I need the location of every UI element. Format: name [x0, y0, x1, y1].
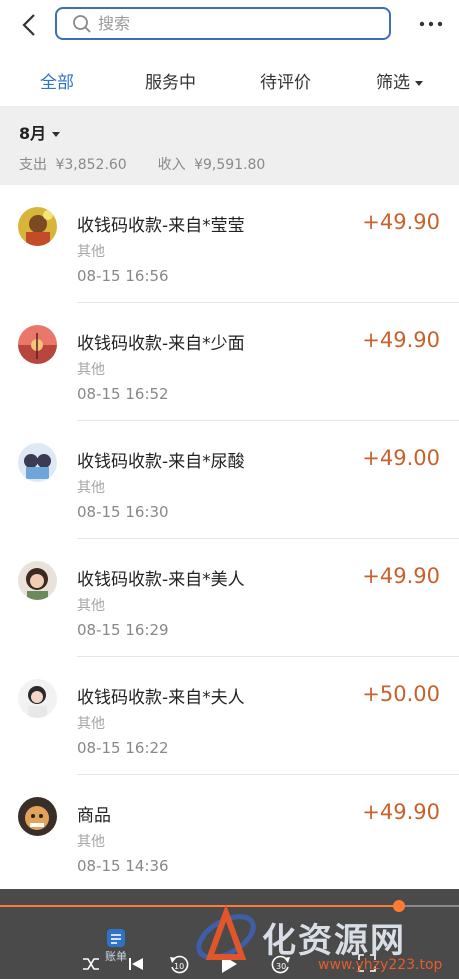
rewind-seconds: 10	[174, 962, 185, 971]
avatar	[18, 443, 57, 482]
tab-filter[interactable]: 筛选	[376, 68, 423, 93]
shuffle-icon	[83, 958, 99, 970]
previous-button[interactable]	[128, 956, 144, 976]
month-totals: 支出 ¥3,852.60 收入 ¥9,591.80	[19, 154, 269, 174]
watermark-url: www.yhzy223.top	[318, 957, 443, 973]
search-input[interactable]	[96, 13, 360, 34]
avatar	[18, 561, 57, 600]
transaction-category: 其他	[77, 598, 105, 614]
income-value: ¥9,591.80	[194, 157, 266, 173]
tab-pending-review[interactable]: 待评价	[260, 68, 311, 93]
watermark-text: 化资源网	[262, 921, 406, 961]
transaction-title: 收钱码收款-来自*少面	[77, 334, 245, 354]
transaction-row[interactable]: 商品 其他 08-15 14:36 +49.90	[0, 775, 459, 893]
search-box[interactable]	[55, 7, 391, 40]
transaction-amount: +49.90	[362, 800, 440, 824]
shuffle-button[interactable]	[82, 956, 100, 976]
watermark-logo	[196, 904, 256, 960]
chevron-left-icon	[22, 14, 35, 36]
transaction-category: 其他	[77, 480, 105, 496]
transaction-amount: +49.90	[362, 210, 440, 234]
transaction-amount: +49.00	[362, 446, 440, 470]
transaction-time: 08-15 16:56	[77, 267, 169, 285]
rewind-button[interactable]: 10	[168, 954, 190, 980]
transaction-title: 收钱码收款-来自*尿酸	[77, 452, 245, 472]
more-dots-icon	[419, 21, 443, 27]
transaction-title: 收钱码收款-来自*夫人	[77, 688, 245, 708]
transaction-amount: +50.00	[362, 682, 440, 706]
transaction-row[interactable]: 收钱码收款-来自*夫人 其他 08-15 16:22 +50.00	[0, 657, 459, 775]
avatar	[18, 679, 57, 718]
transaction-time: 08-15 16:22	[77, 739, 169, 757]
transaction-category: 其他	[77, 362, 105, 378]
avatar	[18, 325, 57, 364]
transaction-time: 08-15 16:29	[77, 621, 169, 639]
caret-down-icon	[415, 80, 423, 86]
skip-previous-icon	[129, 958, 143, 970]
expense-value: ¥3,852.60	[55, 157, 127, 173]
transaction-amount: +49.90	[362, 564, 440, 588]
avatar	[18, 207, 57, 246]
transaction-row[interactable]: 收钱码收款-来自*莹莹 其他 08-15 16:56 +49.90	[0, 185, 459, 303]
search-icon	[72, 14, 92, 34]
transaction-title: 收钱码收款-来自*美人	[77, 570, 245, 590]
transaction-time: 08-15 16:30	[77, 503, 169, 521]
back-button[interactable]	[16, 10, 42, 40]
avatar	[18, 797, 57, 836]
expense-label: 支出	[19, 157, 47, 173]
transaction-category: 其他	[77, 834, 105, 850]
watermark: 化资源网 www.yhzy223.top	[190, 895, 459, 979]
transaction-row[interactable]: 收钱码收款-来自*少面 其他 08-15 16:52 +49.90	[0, 303, 459, 421]
caret-down-icon	[52, 132, 61, 137]
transaction-title: 商品	[77, 806, 111, 826]
transaction-amount: +49.90	[362, 328, 440, 352]
transaction-time: 08-15 14:36	[77, 857, 169, 875]
transaction-title: 收钱码收款-来自*莹莹	[77, 216, 245, 236]
month-selector[interactable]: 8月	[19, 120, 61, 144]
transaction-time: 08-15 16:52	[77, 385, 169, 403]
tab-in-service[interactable]: 服务中	[145, 68, 196, 93]
more-button[interactable]	[416, 14, 446, 34]
top-bar	[0, 0, 459, 50]
month-summary: 8月 支出 ¥3,852.60 收入 ¥9,591.80	[0, 106, 459, 185]
transaction-category: 其他	[77, 244, 105, 260]
transaction-row[interactable]: 收钱码收款-来自*尿酸 其他 08-15 16:30 +49.00	[0, 421, 459, 539]
income-label: 收入	[157, 157, 186, 173]
transaction-row[interactable]: 收钱码收款-来自*美人 其他 08-15 16:29 +49.90	[0, 539, 459, 657]
transaction-category: 其他	[77, 716, 105, 732]
tab-all[interactable]: 全部	[40, 68, 74, 93]
filter-tabs: 全部 服务中 待评价 筛选	[0, 56, 459, 104]
